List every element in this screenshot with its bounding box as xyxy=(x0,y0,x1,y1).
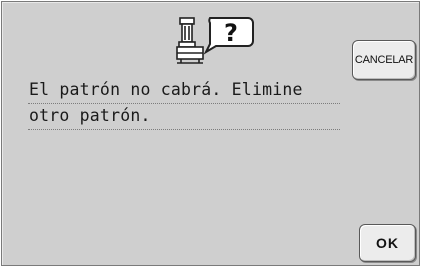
message-line-2: otro patrón. xyxy=(28,104,340,130)
lcd-screen: ? El patrón no cabrá. Elimine otro patró… xyxy=(0,0,426,269)
error-dialog: ? El patrón no cabrá. Elimine otro patró… xyxy=(1,1,420,266)
cancel-button-label: CANCELAR xyxy=(354,54,414,66)
svg-text:?: ? xyxy=(224,19,238,47)
cancel-button[interactable]: CANCELAR xyxy=(352,40,416,80)
ok-button-label: OK xyxy=(376,235,399,251)
message-line-1: El patrón no cabrá. Elimine xyxy=(28,78,340,104)
embroidery-machine-question-icon: ? xyxy=(176,17,254,64)
dialog-message: El patrón no cabrá. Elimine otro patrón. xyxy=(28,78,340,130)
ok-button[interactable]: OK xyxy=(359,224,416,262)
